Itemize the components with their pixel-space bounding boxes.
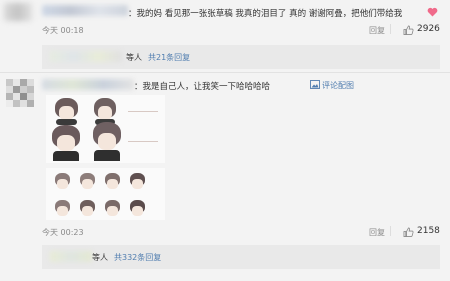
thumbs-up-icon[interactable] <box>403 25 414 35</box>
reply-users-1 <box>50 51 122 62</box>
timestamp-2: 今天 00:23 <box>42 228 84 237</box>
avatar-2[interactable] <box>6 79 34 107</box>
username-1[interactable] <box>42 5 128 16</box>
like-count-2[interactable]: 2158 <box>417 226 440 236</box>
divider <box>0 72 450 73</box>
reply-link-2[interactable]: 共332条回复 <box>114 252 161 263</box>
heart-icon <box>427 7 438 17</box>
reply-prefix-1: 等人 <box>126 53 142 62</box>
username-2[interactable] <box>42 79 134 90</box>
thumbs-up-icon[interactable] <box>403 227 414 237</box>
comment-image-2[interactable] <box>46 168 165 220</box>
image-icon <box>310 80 320 89</box>
avatar-1[interactable] <box>4 3 32 21</box>
reply-button-2[interactable]: 回复 <box>369 227 385 238</box>
reply-summary-1[interactable]: 等人 共21条回复 <box>42 45 440 69</box>
comment-text-1: ：我的妈 看见那一张张草稿 我真的泪目了 真的 谢谢阿叠，把他们带给我 <box>128 9 403 19</box>
comment-image-1[interactable] <box>46 95 165 163</box>
reply-button-1[interactable]: 回复 <box>369 25 385 36</box>
reply-users-2 <box>50 251 92 262</box>
reply-prefix-2: 等人 <box>92 253 108 262</box>
reply-link-1[interactable]: 共21条回复 <box>148 52 190 63</box>
timestamp-1: 今天 00:18 <box>42 26 84 35</box>
like-count-1[interactable]: 2926 <box>417 24 440 34</box>
reply-summary-2[interactable]: 等人 共332条回复 <box>42 245 440 269</box>
comment-image-link[interactable]: 评论配图 <box>322 80 354 91</box>
comment-text-2: ：我是自己人，让我笑一下哈哈哈哈 <box>134 82 271 92</box>
